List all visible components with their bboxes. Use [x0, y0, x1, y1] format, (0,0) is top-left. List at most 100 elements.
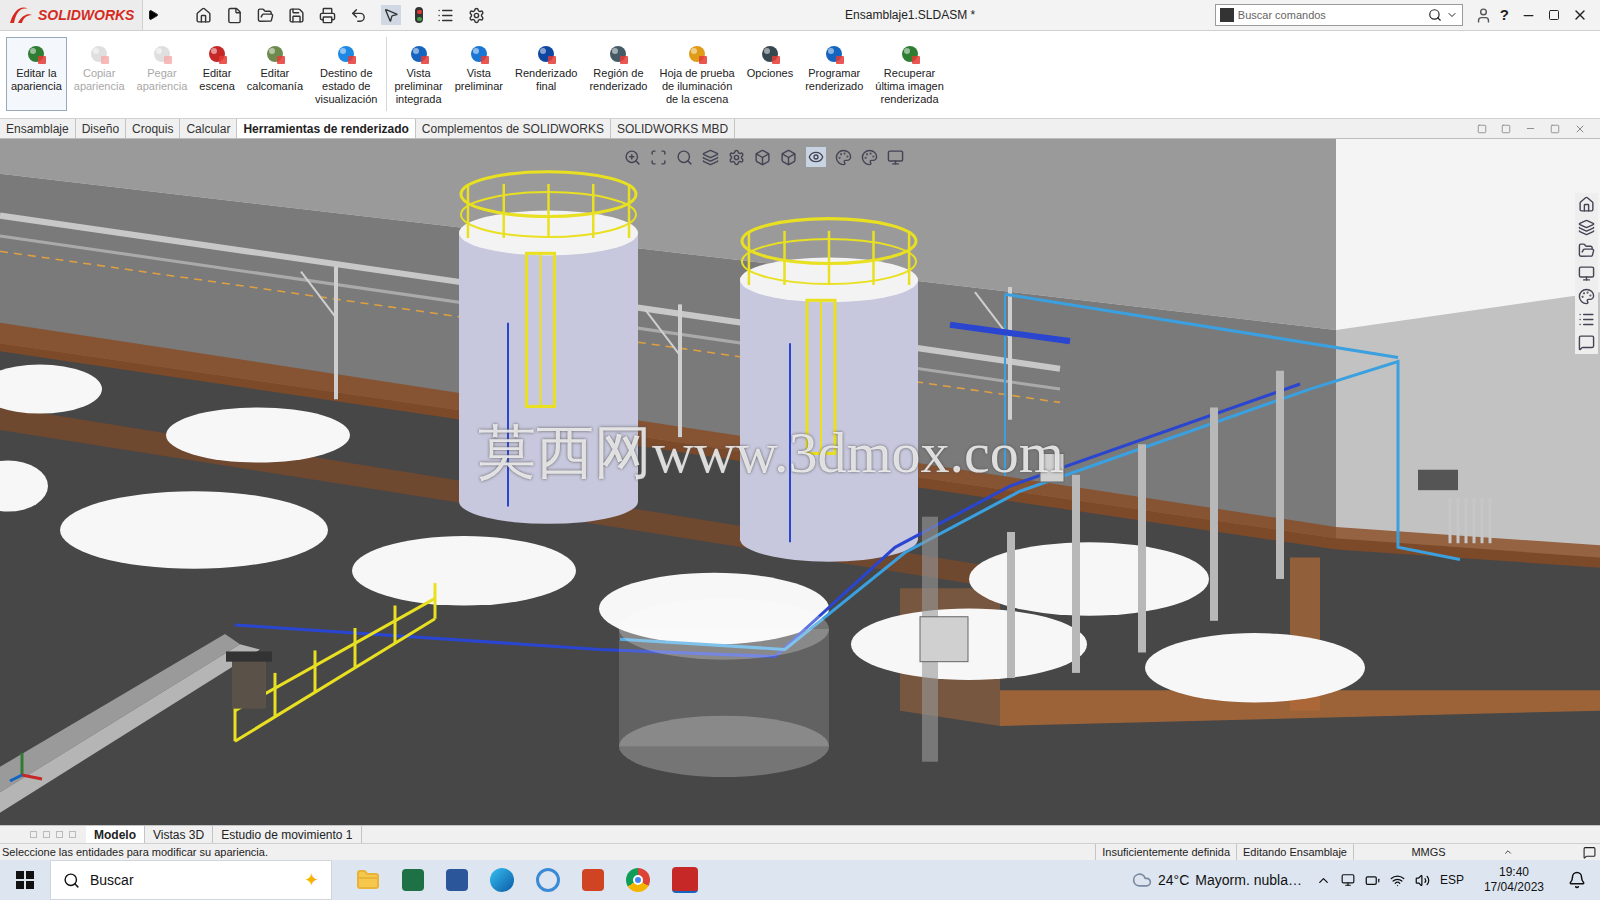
file-explorer-icon[interactable]: [356, 868, 380, 892]
ribbon-tab[interactable]: Ensamblaje: [0, 119, 76, 138]
custom-properties-icon[interactable]: [1578, 311, 1595, 328]
ribbon-tab[interactable]: Complementos de SOLIDWORKS: [416, 119, 611, 138]
ribbon-button[interactable]: Copiar apariencia: [69, 37, 130, 111]
bottom-tab[interactable]: Modelo: [86, 826, 145, 843]
notifications-icon[interactable]: [1568, 871, 1586, 889]
previous-view-icon[interactable]: [676, 149, 693, 166]
hidden-icons-icon[interactable]: [1316, 873, 1331, 888]
save-icon[interactable]: [288, 7, 305, 24]
weather-temp: 24°C: [1158, 870, 1189, 891]
close-icon[interactable]: [1572, 7, 1588, 23]
view-orientation-icon[interactable]: [754, 149, 771, 166]
ribbon-tab[interactable]: SOLIDWORKS MBD: [611, 119, 735, 138]
ribbon-tab[interactable]: Calcular: [180, 119, 237, 138]
word-icon[interactable]: [446, 869, 468, 891]
viewport-close-icon[interactable]: [1574, 123, 1586, 135]
ribbon-icon: [467, 42, 491, 66]
bottom-tab[interactable]: Vistas 3D: [145, 826, 213, 843]
zoom-fit-icon[interactable]: [624, 149, 641, 166]
edge-icon[interactable]: [490, 868, 514, 892]
ribbon-button[interactable]: Recuperar última imagen renderizada: [870, 37, 948, 111]
graphics-area[interactable]: 莫西网www.3dmox.com: [0, 139, 1600, 825]
ribbon-button[interactable]: Hoja de prueba de iluminación de la esce…: [654, 37, 739, 111]
scene-icon[interactable]: [861, 149, 878, 166]
ribbon-button[interactable]: Destino de estado de visualización: [310, 37, 382, 111]
clock[interactable]: 19:4017/04/2023: [1484, 865, 1544, 895]
ribbon-tab[interactable]: Croquis: [126, 119, 180, 138]
expand-menu-icon[interactable]: [147, 9, 159, 21]
hide-show-button[interactable]: [806, 147, 826, 167]
design-library-icon[interactable]: [1578, 219, 1595, 236]
ribbon-button[interactable]: Vista preliminar integrada: [389, 37, 447, 111]
file-explorer-icon[interactable]: [1578, 242, 1595, 259]
taskbar-search[interactable]: Buscar✦: [50, 860, 332, 900]
ribbon-button[interactable]: Programar renderizado: [800, 37, 868, 111]
viewport-minimize-icon[interactable]: [1525, 123, 1536, 134]
solidworks-taskbar-icon[interactable]: [672, 867, 698, 893]
section-view-icon[interactable]: [702, 149, 719, 166]
ribbon-button[interactable]: Pegar apariencia: [132, 37, 193, 111]
ribbon-button[interactable]: Región de renderizado: [584, 37, 652, 111]
excel-icon[interactable]: [402, 869, 424, 891]
dynamic-annotation-icon[interactable]: [728, 149, 745, 166]
new-file-icon[interactable]: [226, 7, 243, 24]
weather-widget[interactable]: 24°CMayorm. nubla…: [1132, 870, 1302, 891]
battery-icon[interactable]: [1365, 873, 1380, 888]
ribbon-icon: [898, 42, 922, 66]
display-style-icon[interactable]: [780, 149, 797, 166]
ribbon-button[interactable]: Editar calcomanía: [242, 37, 308, 111]
ribbon-button[interactable]: Vista preliminar: [450, 37, 508, 111]
status-section: MMGS: [1353, 844, 1503, 861]
minimize-icon[interactable]: [1521, 8, 1536, 23]
undo-icon[interactable]: [350, 7, 367, 24]
ribbon-tab[interactable]: Diseño: [76, 119, 126, 138]
ribbon-tab[interactable]: Herramientas de renderizado: [237, 119, 415, 138]
powerpoint-icon[interactable]: [582, 869, 604, 891]
tile-right-icon[interactable]: [1501, 124, 1511, 134]
appearances-icon[interactable]: [1578, 288, 1595, 305]
open-folder-icon[interactable]: [257, 7, 274, 24]
ribbon-button[interactable]: Editar la apariencia: [6, 37, 67, 111]
resources-icon[interactable]: [1578, 196, 1595, 213]
command-search[interactable]: Buscar comandos: [1215, 4, 1463, 26]
wifi-icon[interactable]: [1390, 873, 1405, 888]
app-logo[interactable]: SOLIDWORKS: [0, 0, 143, 30]
ribbon-icon: [606, 42, 630, 66]
ribbon-icon: [822, 42, 846, 66]
ribbon-button-label: Renderizado final: [515, 67, 577, 93]
ribbon-button[interactable]: Renderizado final: [510, 37, 582, 111]
user-icon[interactable]: [1475, 7, 1492, 24]
tab-scroll-arrows[interactable]: [0, 826, 86, 843]
select-button[interactable]: [381, 5, 401, 25]
options-icon[interactable]: [468, 7, 485, 24]
viewport-restore-icon[interactable]: [1550, 124, 1560, 134]
print-icon[interactable]: [319, 7, 336, 24]
volume-icon[interactable]: [1415, 873, 1430, 888]
units-menu-icon[interactable]: [1503, 847, 1513, 857]
ribbon-button[interactable]: Editar escena: [194, 37, 239, 111]
appearance-icon[interactable]: [835, 149, 852, 166]
snipping-tool-icon[interactable]: [536, 868, 560, 892]
device-icon[interactable]: [1341, 873, 1355, 887]
home-icon[interactable]: [195, 7, 212, 24]
ribbon-button-label: Región de renderizado: [589, 67, 647, 93]
ribbon-button-label: Editar escena: [199, 67, 234, 93]
traffic-light-icon[interactable]: [415, 7, 423, 23]
notes-icon[interactable]: [1583, 846, 1596, 859]
ribbon-button[interactable]: Opciones: [742, 37, 798, 111]
help-button[interactable]: ?: [1500, 4, 1509, 27]
forum-icon[interactable]: [1578, 334, 1595, 351]
bottom-tab[interactable]: Estudio de movimiento 1: [213, 826, 361, 843]
zoom-area-icon[interactable]: [650, 149, 667, 166]
status-section: Insuficientemente definida: [1095, 844, 1236, 861]
weather-icon: [1132, 870, 1152, 890]
maximize-icon[interactable]: [1548, 9, 1560, 21]
chrome-icon[interactable]: [626, 868, 650, 892]
view-settings-icon[interactable]: [887, 149, 904, 166]
windows-start-icon[interactable]: [16, 871, 34, 889]
file-properties-icon[interactable]: [437, 7, 454, 24]
language-indicator[interactable]: ESP: [1440, 871, 1464, 889]
tile-left-icon[interactable]: [1477, 124, 1487, 134]
heads-up-toolbar: [624, 147, 904, 167]
view-palette-icon[interactable]: [1578, 265, 1595, 282]
